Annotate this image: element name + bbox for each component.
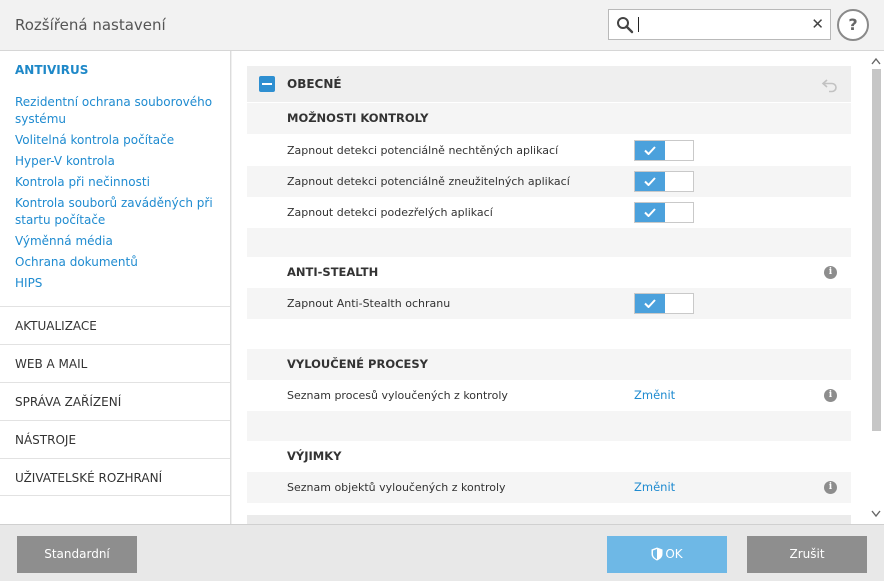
ok-button[interactable]: OK <box>607 536 727 573</box>
cancel-button[interactable]: Zrušit <box>747 536 867 573</box>
toggle-on-state <box>635 203 665 222</box>
vertical-scrollbar[interactable] <box>868 51 884 524</box>
search-input[interactable] <box>639 14 789 35</box>
scrollbar-thumb[interactable] <box>872 69 881 431</box>
panel-title: OBECNÉ <box>287 77 342 91</box>
group-title: ANTI-STEALTH <box>287 265 379 279</box>
checkmark-icon <box>644 208 656 217</box>
unsafe-apps-toggle[interactable] <box>634 171 694 192</box>
setting-row: Seznam objektů vyloučených z kontroly Zm… <box>247 472 851 503</box>
ok-button-label: OK <box>665 547 683 561</box>
search-box[interactable]: ✕ <box>608 9 831 40</box>
sidebar-item-removable-media[interactable]: Výměnná média <box>15 233 220 250</box>
spacer-row <box>247 319 851 349</box>
anti-stealth-toggle[interactable] <box>634 293 694 314</box>
sidebar-links: Rezidentní ochrana souborového systému V… <box>15 94 220 296</box>
undo-icon[interactable] <box>821 75 839 93</box>
info-icon[interactable]: i <box>824 266 837 279</box>
help-icon[interactable]: ? <box>837 9 869 41</box>
sidebar: ANTIVIRUS Rezidentní ochrana souborového… <box>0 51 231 524</box>
setting-label: Zapnout detekci potenciálně zneužitelnýc… <box>287 175 570 188</box>
setting-row: Zapnout Anti-Stealth ochranu <box>247 288 851 319</box>
group-header-excluded-processes: VYLOUČENÉ PROCESY <box>247 349 851 380</box>
sidebar-item-tools[interactable]: NÁSTROJE <box>0 420 230 458</box>
group-header-scan-options: MOŽNOSTI KONTROLY <box>247 103 851 134</box>
chevron-up-icon[interactable] <box>871 57 881 65</box>
info-icon[interactable]: i <box>824 389 837 402</box>
group-title: VÝJIMKY <box>287 449 342 463</box>
setting-label: Zapnout Anti-Stealth ochranu <box>287 297 451 310</box>
checkmark-icon <box>644 177 656 186</box>
sidebar-item-hips[interactable]: HIPS <box>15 275 220 292</box>
edit-excluded-processes-link[interactable]: Změnit <box>634 380 675 411</box>
group-title: VYLOUČENÉ PROCESY <box>287 357 429 371</box>
setting-row: Zapnout detekci potenciálně nechtěných a… <box>247 135 851 166</box>
panel-header: OBECNÉ <box>247 66 851 102</box>
window-title: Rozšířená nastavení <box>15 16 166 34</box>
checkmark-icon <box>644 299 656 308</box>
setting-label: Zapnout detekci potenciálně nechtěných a… <box>287 144 559 157</box>
toggle-on-state <box>635 141 665 160</box>
sidebar-item-startup-scan[interactable]: Kontrola souborů zaváděných při startu p… <box>15 195 220 229</box>
sidebar-item-realtime-protection[interactable]: Rezidentní ochrana souborového systému <box>15 94 220 128</box>
setting-label: Seznam objektů vyloučených z kontroly <box>287 481 506 494</box>
sidebar-item-hyperv-scan[interactable]: Hyper-V kontrola <box>15 153 220 170</box>
sidebar-item-update[interactable]: AKTUALIZACE <box>0 306 230 344</box>
default-button[interactable]: Standardní <box>17 536 137 573</box>
sidebar-item-document-protection[interactable]: Ochrana dokumentů <box>15 254 220 271</box>
setting-label: Zapnout detekci podezřelých aplikací <box>287 206 493 219</box>
group-header-anti-stealth: ANTI-STEALTH i <box>247 257 851 288</box>
edit-exclusions-link[interactable]: Změnit <box>634 472 675 503</box>
toggle-on-state <box>635 294 665 313</box>
chevron-down-icon[interactable] <box>871 510 881 518</box>
sidebar-item-user-interface[interactable]: UŽIVATELSKÉ ROZHRANÍ <box>0 458 230 496</box>
suspicious-apps-toggle[interactable] <box>634 202 694 223</box>
settings-panel: OBECNÉ MOŽNOSTI KONTROLY Zapnout detekci… <box>232 51 884 524</box>
checkmark-icon <box>644 146 656 155</box>
group-title: MOŽNOSTI KONTROLY <box>287 111 429 125</box>
close-icon[interactable]: ✕ <box>811 15 824 33</box>
shield-icon <box>651 547 663 561</box>
sidebar-section-antivirus[interactable]: ANTIVIRUS <box>15 63 88 77</box>
search-icon <box>617 17 634 34</box>
footer-bar: Standardní OK Zrušit <box>0 524 884 581</box>
sidebar-item-web-mail[interactable]: WEB A MAIL <box>0 344 230 382</box>
info-icon[interactable]: i <box>824 481 837 494</box>
setting-row: Seznam procesů vyloučených z kontroly Zm… <box>247 380 851 411</box>
sidebar-item-custom-scan[interactable]: Volitelná kontrola počítače <box>15 132 220 149</box>
sidebar-item-idle-scan[interactable]: Kontrola při nečinnosti <box>15 174 220 191</box>
spacer-row <box>247 228 851 257</box>
setting-row: Zapnout detekci potenciálně zneužitelnýc… <box>247 166 851 197</box>
setting-row: Zapnout detekci podezřelých aplikací <box>247 197 851 228</box>
minus-icon[interactable] <box>259 76 275 92</box>
sidebar-item-device-control[interactable]: SPRÁVA ZAŘÍZENÍ <box>0 382 230 420</box>
next-section-edge <box>247 515 851 524</box>
group-header-exclusions: VÝJIMKY <box>247 441 851 472</box>
toggle-on-state <box>635 172 665 191</box>
pua-detection-toggle[interactable] <box>634 140 694 161</box>
title-bar: Rozšířená nastavení ✕ ? <box>0 0 884 51</box>
setting-label: Seznam procesů vyloučených z kontroly <box>287 389 508 402</box>
spacer-row <box>247 411 851 441</box>
